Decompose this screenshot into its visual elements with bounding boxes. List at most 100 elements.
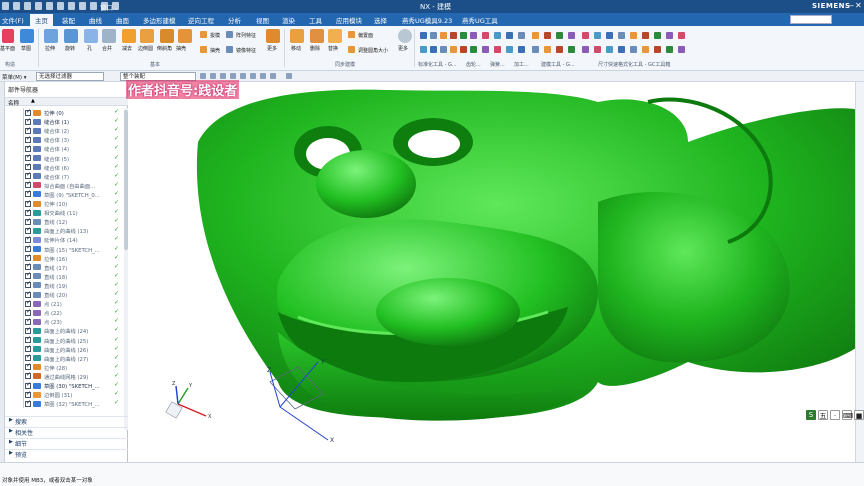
ime-punct-icon[interactable]: · — [830, 410, 840, 420]
ribbon-tool-icon[interactable] — [494, 46, 501, 53]
ribbon-tool-icon[interactable] — [482, 46, 489, 53]
tree-row[interactable]: 缝合体 (5) ✓ — [5, 153, 123, 163]
select-icon[interactable] — [200, 73, 206, 79]
visibility-checkbox[interactable] — [25, 153, 31, 161]
tree-row[interactable]: 曲面上的曲线 (25) ✓ — [5, 335, 123, 345]
visibility-checkbox[interactable] — [25, 262, 31, 271]
ribbon-tool-icon[interactable] — [642, 46, 649, 53]
ribbon-tool-icon[interactable] — [594, 32, 601, 39]
tab-selection[interactable]: 选择 — [374, 15, 387, 25]
visibility-checkbox[interactable] — [25, 344, 31, 353]
mirror-feature-icon[interactable] — [226, 46, 233, 53]
visibility-checkbox[interactable] — [25, 199, 31, 207]
ribbon-tool-icon[interactable] — [482, 32, 489, 39]
visibility-checkbox[interactable] — [25, 326, 31, 334]
ribbon-tool-icon[interactable] — [430, 46, 437, 53]
section-search[interactable]: ▶ 搜索 — [5, 416, 128, 426]
tree-row[interactable]: 曲面上的曲线 (26) ✓ — [5, 344, 123, 354]
minimize-button[interactable]: — — [846, 1, 854, 10]
visibility-checkbox[interactable] — [25, 235, 31, 243]
tab-yanxiu-mold[interactable]: 燕秀UG模具9.23 — [402, 15, 452, 25]
type-filter-dropdown[interactable]: 无选择过滤器 — [36, 72, 104, 81]
resize-blend-icon[interactable] — [348, 46, 355, 53]
visibility-checkbox[interactable] — [25, 244, 31, 252]
end-point-icon[interactable] — [240, 73, 246, 79]
tab-yanxiu-tools[interactable]: 燕秀UG工具 — [462, 15, 498, 25]
ribbon-tool-icon[interactable] — [532, 32, 539, 39]
ribbon-tool-icon[interactable] — [518, 32, 525, 39]
ribbon-tool-icon[interactable] — [420, 46, 427, 53]
ribbon-tool-icon[interactable] — [666, 32, 673, 39]
visibility-checkbox[interactable] — [25, 390, 31, 398]
intersect-point-icon[interactable] — [270, 73, 276, 79]
ribbon-tool-icon[interactable] — [678, 32, 685, 39]
tab-curve[interactable]: 曲线 — [89, 15, 102, 25]
snap-point-icon[interactable] — [230, 73, 236, 79]
visibility-checkbox[interactable] — [25, 290, 31, 298]
section-details[interactable]: ▶ 细节 — [5, 438, 128, 448]
tree-row[interactable]: 直线 (18) ✓ — [5, 271, 123, 281]
tab-home[interactable]: 主页 — [30, 14, 53, 26]
repeat-icon[interactable] — [79, 2, 86, 10]
graphics-window[interactable]: X Y Z Y X Z — [128, 82, 864, 462]
ribbon-tool-icon[interactable] — [420, 32, 427, 39]
more-button[interactable] — [266, 29, 280, 43]
shell-button[interactable] — [178, 29, 192, 43]
right-resource-strip[interactable] — [855, 82, 864, 462]
ribbon-tool-icon[interactable] — [518, 46, 525, 53]
control-point-icon[interactable] — [260, 73, 266, 79]
tree-row[interactable]: 缝合体 (6) ✓ — [5, 162, 123, 172]
ime-mode-icon[interactable]: 五 — [818, 410, 828, 420]
visibility-checkbox[interactable] — [25, 317, 31, 325]
tab-analysis[interactable]: 分析 — [228, 15, 241, 25]
visibility-checkbox[interactable] — [25, 280, 31, 289]
ribbon-tool-icon[interactable] — [532, 46, 539, 53]
visibility-checkbox[interactable] — [25, 162, 31, 171]
visibility-checkbox[interactable] — [25, 299, 31, 307]
tree-row[interactable]: 拉伸 (0) ✓ — [5, 108, 123, 118]
tab-render[interactable]: 渲染 — [282, 15, 295, 25]
redo-icon[interactable] — [35, 2, 42, 10]
ribbon-tool-icon[interactable] — [430, 32, 437, 39]
mid-point-icon[interactable] — [250, 73, 256, 79]
ribbon-tool-icon[interactable] — [594, 46, 601, 53]
ribbon-tool-icon[interactable] — [582, 46, 589, 53]
tree-row[interactable]: 曲面上的曲线 (27) ✓ — [5, 353, 123, 363]
ime-toolbar[interactable]: S 五 · ⌨ ■ — [806, 409, 864, 421]
tree-row[interactable]: 缝合体 (7) ✓ — [5, 171, 123, 181]
tree-row[interactable]: 缝合体 (3) ✓ — [5, 135, 123, 145]
name-column-header[interactable]: 名称 — [8, 99, 19, 107]
hole-button[interactable] — [84, 29, 98, 43]
cut-icon[interactable] — [46, 2, 53, 10]
tree-row[interactable]: 拟合曲面 (自由曲面... ✓ — [5, 180, 123, 190]
visibility-checkbox[interactable] — [25, 135, 31, 143]
tree-row[interactable]: 直线 (17) ✓ — [5, 262, 123, 272]
ribbon-tool-icon[interactable] — [470, 32, 477, 39]
section-preview[interactable]: ▶ 预览 — [5, 449, 128, 459]
visibility-checkbox[interactable] — [25, 381, 31, 389]
tree-row[interactable]: 直线 (19) ✓ — [5, 280, 123, 290]
ribbon-tool-icon[interactable] — [470, 46, 477, 53]
visibility-checkbox[interactable] — [25, 180, 31, 189]
visibility-checkbox[interactable] — [25, 144, 31, 152]
ribbon-tool-icon[interactable] — [440, 32, 447, 39]
tree-row[interactable]: 缝合体 (1) ✓ — [5, 117, 123, 127]
visibility-checkbox[interactable] — [25, 189, 31, 198]
tree-row[interactable]: 拉伸 (10) ✓ — [5, 199, 123, 209]
tree-row[interactable]: 草图 (30) "SKETCH_... ✓ — [5, 381, 123, 391]
subtract-button[interactable] — [122, 29, 136, 43]
model-render[interactable]: X Y Z Y X Z — [128, 82, 864, 462]
visibility-checkbox[interactable] — [25, 253, 31, 262]
unite-button[interactable] — [102, 29, 116, 43]
tab-reverse-engineering[interactable]: 逆向工程 — [188, 15, 214, 25]
ribbon-tool-icon[interactable] — [568, 46, 575, 53]
ribbon-tool-icon[interactable] — [494, 32, 501, 39]
ime-keyboard-icon[interactable]: ⌨ — [842, 410, 853, 420]
tree-row[interactable]: 延伸片体 (14) ✓ — [5, 235, 123, 245]
offset-face-icon[interactable] — [348, 31, 355, 38]
visibility-checkbox[interactable] — [25, 371, 31, 380]
ribbon-tool-icon[interactable] — [544, 32, 551, 39]
ribbon-tool-icon[interactable] — [450, 32, 457, 39]
tab-view[interactable]: 视图 — [256, 15, 269, 25]
move-face-button[interactable] — [290, 29, 304, 43]
